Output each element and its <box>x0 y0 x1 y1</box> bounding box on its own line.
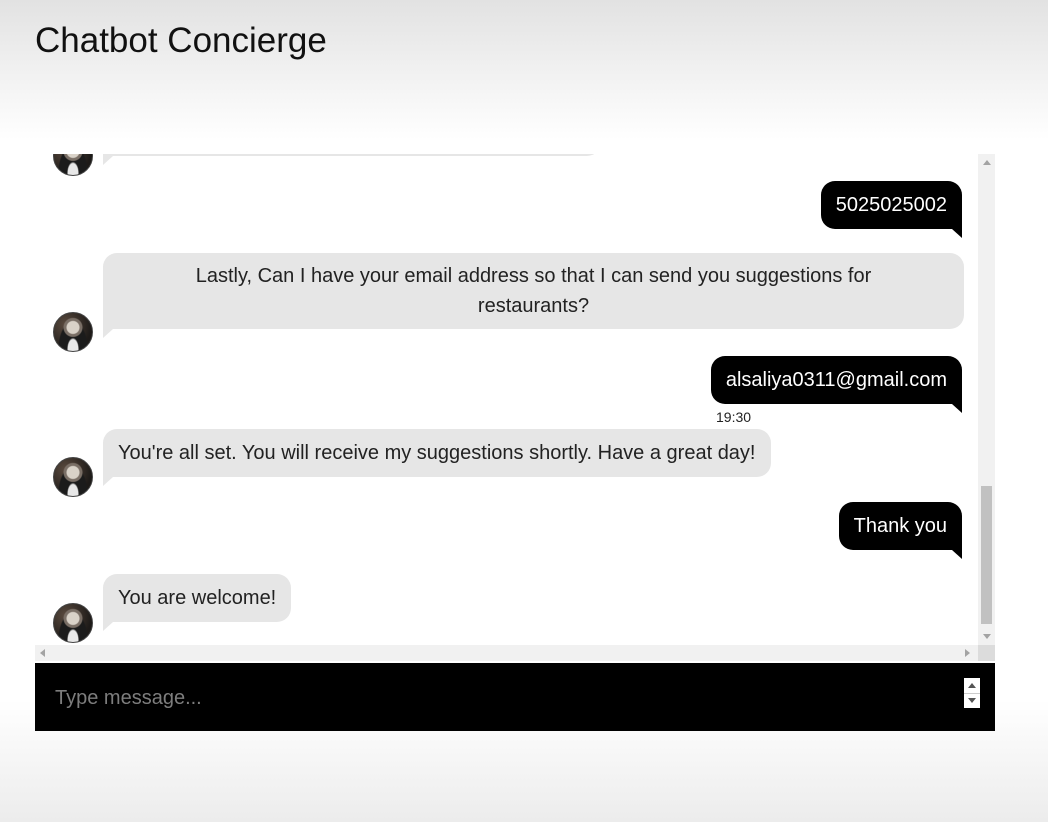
bot-avatar <box>53 457 93 497</box>
message-text: alsaliya0311@gmail.com <box>725 369 947 391</box>
vertical-scrollbar[interactable] <box>978 154 995 645</box>
scroll-down-arrow-icon[interactable] <box>983 634 991 639</box>
bot-message: Lastly, Can I have your email address so… <box>103 253 964 338</box>
message-text: Lastly, Can I have your email address so… <box>195 265 872 317</box>
spinner-down-icon[interactable] <box>968 698 976 703</box>
input-spinner[interactable] <box>964 678 980 708</box>
scrollbar-thumb[interactable] <box>981 486 992 624</box>
scroll-right-arrow-icon[interactable] <box>965 649 970 657</box>
user-message: Thank you <box>838 502 963 559</box>
message-list[interactable]: 5025025002 Lastly, Can I have your email… <box>35 154 978 645</box>
bot-message: You are welcome! <box>103 574 292 631</box>
message-text: 5025025002 <box>835 194 947 216</box>
message-composer <box>35 663 995 731</box>
bot-message: You're all set. You will receive my sugg… <box>103 429 771 486</box>
bot-message-partial <box>103 154 601 165</box>
message-text: You are welcome! <box>118 587 277 609</box>
message-text: Thank you <box>853 515 947 537</box>
scrollbar-corner <box>978 645 995 661</box>
page-title: Chatbot Concierge <box>35 21 327 60</box>
scroll-up-arrow-icon[interactable] <box>983 160 991 165</box>
bot-avatar <box>53 312 93 352</box>
message-text: You're all set. You will receive my sugg… <box>118 442 756 464</box>
chat-window: 5025025002 Lastly, Can I have your email… <box>35 154 995 661</box>
message-input[interactable] <box>53 677 947 719</box>
bot-avatar <box>53 154 93 176</box>
message-timestamp: 19:30 <box>716 409 752 425</box>
spinner-up-icon[interactable] <box>968 683 976 688</box>
spinner-divider <box>964 693 980 694</box>
user-message: 5025025002 <box>820 181 963 238</box>
scroll-left-arrow-icon[interactable] <box>40 649 45 657</box>
horizontal-scrollbar[interactable] <box>35 645 978 661</box>
bot-avatar <box>53 603 93 643</box>
user-message: alsaliya0311@gmail.com <box>710 356 963 413</box>
